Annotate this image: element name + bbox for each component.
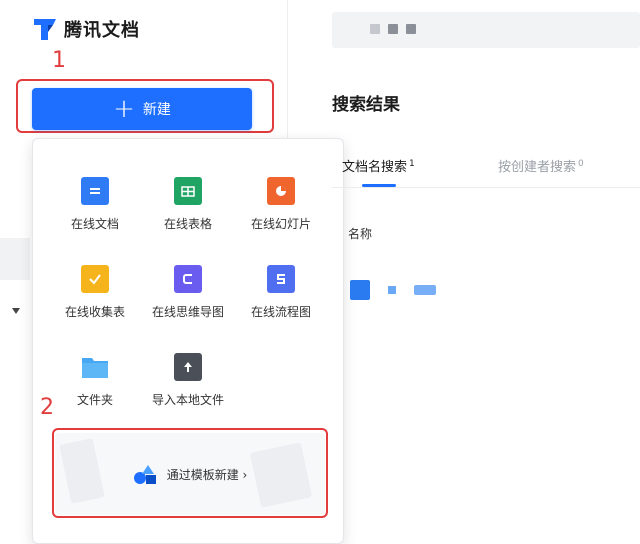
slides-icon xyxy=(267,177,295,205)
blurred-title-bar xyxy=(414,285,436,295)
menu-item-folder[interactable]: 文件夹 xyxy=(50,353,140,413)
tab-count: 0 xyxy=(578,158,584,169)
doc-icon xyxy=(81,177,109,205)
app-logo[interactable]: 腾讯文档 xyxy=(32,16,140,42)
folder-icon xyxy=(81,353,109,381)
menu-item-online-form[interactable]: 在线收集表 xyxy=(50,265,140,325)
mindmap-icon xyxy=(174,265,202,293)
tabs-divider xyxy=(332,187,640,188)
app-name: 腾讯文档 xyxy=(64,20,140,41)
toolbar-icon[interactable] xyxy=(370,24,380,34)
menu-item-online-slides[interactable]: 在线幻灯片 xyxy=(236,177,326,237)
form-icon xyxy=(81,265,109,293)
plus-icon: + xyxy=(113,94,135,124)
new-button[interactable]: + 新建 xyxy=(32,88,252,130)
menu-item-label: 在线幻灯片 xyxy=(250,217,311,231)
caret-down-icon[interactable] xyxy=(12,308,20,314)
tab-label: 按创建者搜索 xyxy=(498,160,577,175)
sidebar-selected-row[interactable] xyxy=(0,238,30,280)
menu-item-label: 在线表格 xyxy=(163,217,212,231)
menu-item-online-mindmap[interactable]: 在线思维导图 xyxy=(143,265,233,325)
menu-item-online-sheet[interactable]: 在线表格 xyxy=(143,177,233,237)
menu-item-online-doc[interactable]: 在线文档 xyxy=(50,177,140,237)
tab-count: 1 xyxy=(409,158,415,169)
tencent-docs-logo-icon xyxy=(34,19,56,40)
menu-item-label: 在线思维导图 xyxy=(151,305,224,319)
search-results-title: 搜索结果 xyxy=(332,95,400,115)
menu-item-label: 导入本地文件 xyxy=(151,393,224,407)
annotation-step-2: 2 xyxy=(40,395,54,420)
annotation-box-template xyxy=(52,428,328,518)
result-row[interactable] xyxy=(350,280,436,300)
upload-icon xyxy=(174,353,202,381)
doc-file-icon xyxy=(350,280,370,300)
menu-item-label: 在线文档 xyxy=(70,217,119,231)
flowchart-icon xyxy=(267,265,295,293)
menu-item-label: 在线收集表 xyxy=(64,305,125,319)
toolbar-icon[interactable] xyxy=(388,24,398,34)
tab-label: 文档名搜索 xyxy=(342,160,408,175)
annotation-step-1: 1 xyxy=(52,48,66,73)
new-button-label: 新建 xyxy=(142,102,171,118)
tab-search-by-creator[interactable]: 按创建者搜索 0 xyxy=(498,156,584,175)
menu-item-label: 文件夹 xyxy=(76,393,113,407)
sheet-icon xyxy=(174,177,202,205)
menu-item-online-flowchart[interactable]: 在线流程图 xyxy=(236,265,326,325)
small-icon xyxy=(388,286,396,294)
column-header-name[interactable]: 名称 xyxy=(348,225,372,242)
toolbar-icons xyxy=(370,24,416,34)
menu-item-label: 在线流程图 xyxy=(250,305,311,319)
menu-item-import-local-file[interactable]: 导入本地文件 xyxy=(143,353,233,413)
tab-search-by-doc-name[interactable]: 文档名搜索 1 xyxy=(342,156,415,175)
toolbar-icon[interactable] xyxy=(406,24,416,34)
